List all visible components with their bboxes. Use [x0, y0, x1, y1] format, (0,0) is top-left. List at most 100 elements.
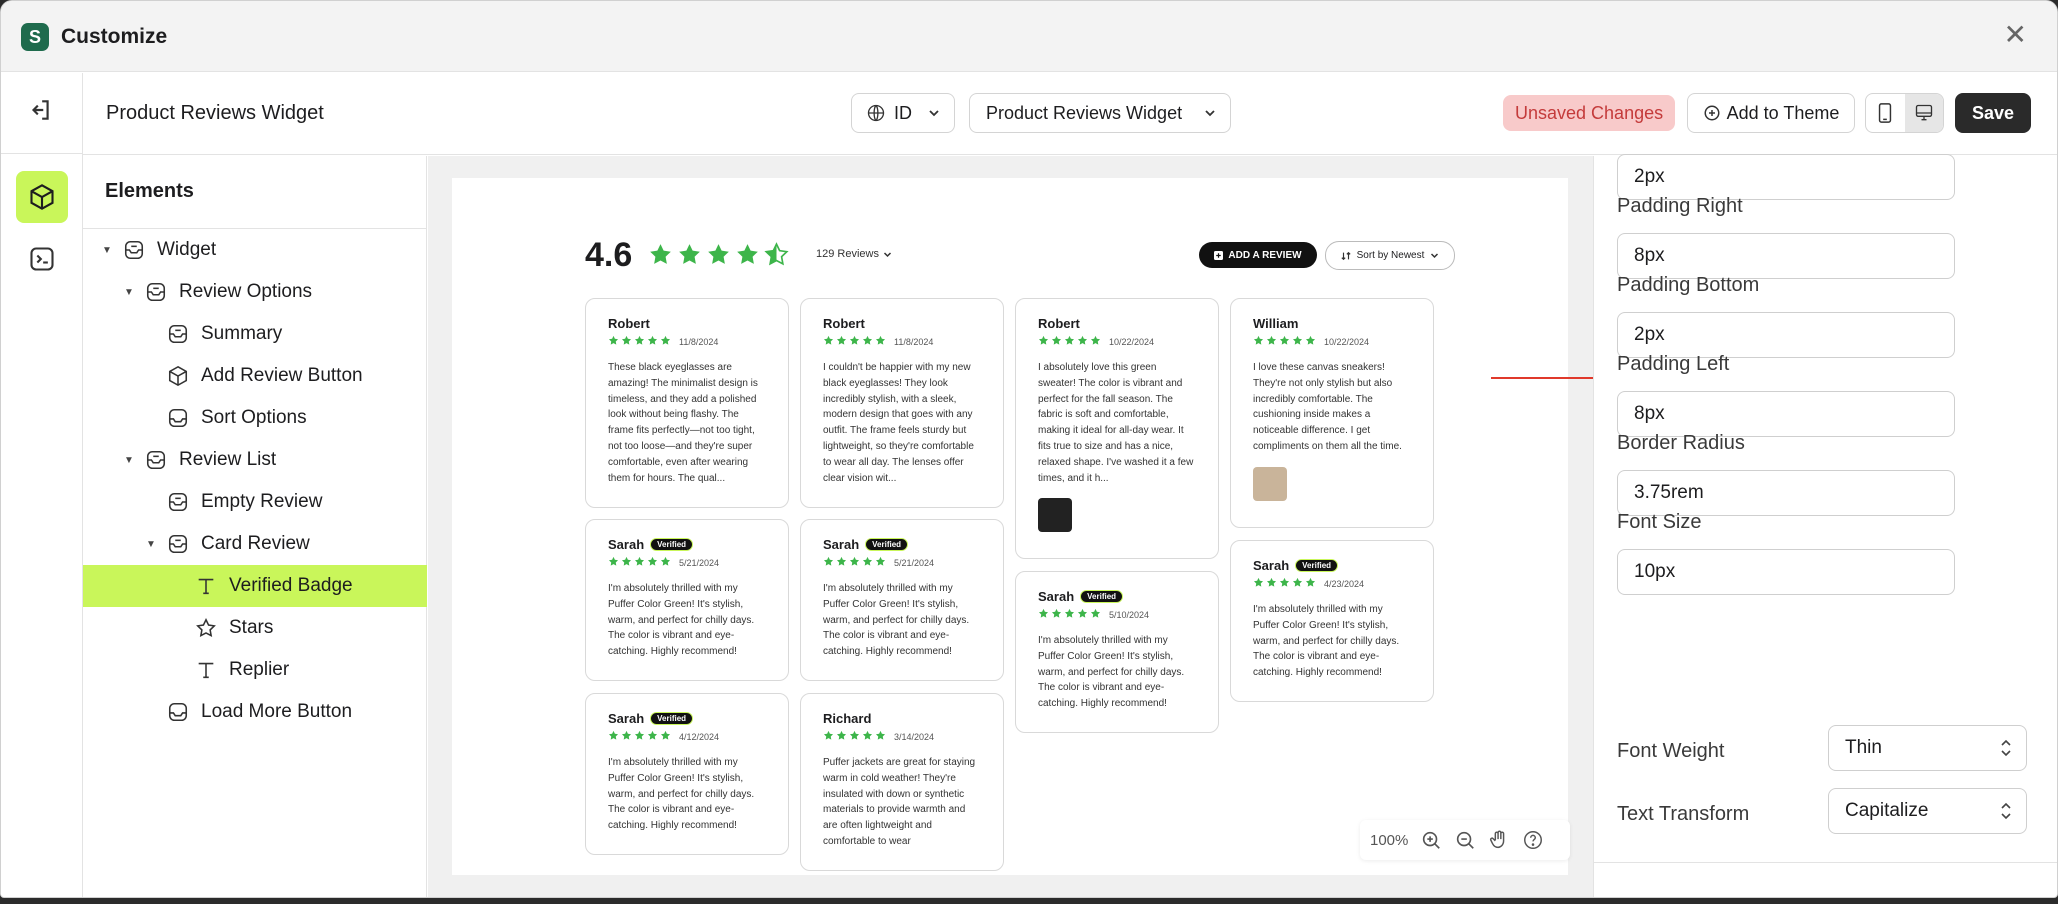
star-icon	[608, 554, 619, 572]
elements-title: Elements	[105, 180, 194, 202]
star-icon	[836, 333, 847, 351]
language-value: ID	[894, 102, 912, 123]
star-icon	[195, 617, 217, 639]
tree-item-verified-badge[interactable]: Verified Badge	[83, 565, 427, 607]
star-icon	[823, 554, 834, 572]
review-date: 3/14/2024	[894, 732, 935, 742]
star-icon	[862, 333, 873, 351]
tree-item-widget[interactable]: ▼ Widget	[83, 229, 427, 271]
widget-icon	[167, 533, 189, 555]
properties-panel: 2px Padding Right 8px Padding Bottom 2px Padd…	[1593, 154, 2057, 897]
font-size-input[interactable]: 10px	[1617, 549, 1955, 595]
star-icon	[1038, 333, 1049, 351]
widget-select[interactable]: Product Reviews Widget	[969, 93, 1231, 133]
zoom-toolbar: 100%	[1360, 820, 1570, 860]
mobile-view-button[interactable]	[1866, 94, 1905, 132]
sort-label: Sort by Newest	[1356, 250, 1425, 261]
border-radius-input[interactable]: 3.75rem	[1617, 470, 1955, 516]
review-text: I'm absolutely thrilled with my Puffer C…	[1253, 604, 1400, 679]
chevron-down-icon	[883, 251, 892, 257]
caret-down-icon[interactable]: ▼	[145, 539, 157, 550]
padding-right-input[interactable]: 8px	[1617, 233, 1955, 279]
reviewer-name: Robert	[1038, 315, 1080, 331]
padding-bottom-input[interactable]: 2px	[1617, 312, 1955, 358]
star-icon	[621, 728, 632, 746]
add-review-button[interactable]: ADD A REVIEW	[1199, 242, 1317, 268]
app-title: Customize	[61, 25, 168, 48]
tree-item-empty-review[interactable]: Empty Review	[83, 481, 427, 523]
code-icon[interactable]	[28, 245, 56, 273]
tree-item-review-options[interactable]: ▼ Review Options	[83, 271, 427, 313]
tree-item-replier[interactable]: Replier	[83, 649, 427, 691]
desktop-view-button[interactable]	[1904, 94, 1943, 132]
text-transform-select[interactable]: Capitalize	[1828, 788, 2027, 834]
tree-item-label: Review Options	[179, 281, 313, 302]
star-icon	[862, 728, 873, 746]
star-icon	[1038, 606, 1049, 624]
star-icon	[875, 333, 886, 351]
font-weight-select[interactable]: Thin	[1828, 725, 2027, 771]
caret-down-icon[interactable]: ▼	[123, 287, 135, 298]
verified-badge: Verified	[865, 537, 909, 551]
tree-item-stars[interactable]: Stars	[83, 607, 427, 649]
tree-item-label: Stars	[229, 617, 274, 638]
help-icon[interactable]	[1522, 829, 1544, 851]
tree-item-sort-options[interactable]: Sort Options	[83, 397, 427, 439]
review-text: I love these canvas sneakers! They're no…	[1253, 362, 1402, 452]
caret-down-icon[interactable]: ▼	[123, 455, 135, 466]
tree-item-label: Widget	[157, 239, 217, 260]
star-icon	[608, 333, 619, 351]
reviewer-name: Sarah	[823, 536, 860, 552]
zoom-out-icon[interactable]	[1454, 829, 1476, 851]
padding-left-input[interactable]: 8px	[1617, 391, 1955, 437]
star-icon	[849, 333, 860, 351]
padding-top-input[interactable]: 2px	[1617, 154, 1955, 200]
review-text: These black eyeglasses are amazing! The …	[608, 362, 758, 484]
add-review-label: ADD A REVIEW	[1228, 249, 1302, 261]
exit-icon[interactable]	[27, 97, 53, 123]
average-rating: 4.6	[585, 236, 633, 274]
zoom-in-icon[interactable]	[1420, 829, 1442, 851]
tree-item-card-review[interactable]: ▼ Card Review	[83, 523, 427, 565]
chevron-down-icon	[1205, 110, 1215, 117]
hand-icon[interactable]	[1488, 829, 1510, 851]
left-rail	[1, 73, 83, 897]
review-date: 5/21/2024	[894, 558, 935, 568]
tree-item-label: Verified Badge	[229, 575, 353, 596]
tree-item-review-list[interactable]: ▼ Review List	[83, 439, 427, 481]
language-select[interactable]: ID	[851, 93, 955, 133]
text-transform-label: Text Transform	[1617, 803, 1750, 825]
review-card: Sarah Verified 4/12/2024 I'm absolutely thr…	[585, 693, 789, 855]
review-photo[interactable]	[1253, 466, 1287, 501]
add-to-theme-button[interactable]: Add to Theme	[1687, 93, 1855, 133]
save-button[interactable]: Save	[1955, 93, 2031, 133]
title-bar: S Customize ✕	[1, 1, 2057, 72]
rating-stars	[648, 242, 789, 272]
review-text: I'm absolutely thrilled with my Puffer C…	[1038, 635, 1185, 710]
tree-item-summary[interactable]: Summary	[83, 313, 427, 355]
cube-icon	[167, 365, 189, 387]
star-icon	[1253, 333, 1264, 351]
device-toggle	[1865, 93, 1944, 133]
tree-item-label: Empty Review	[201, 491, 323, 512]
close-icon[interactable]: ✕	[2004, 21, 2027, 49]
tree-item-load-more-button[interactable]: Load More Button	[83, 691, 427, 733]
star-icon	[862, 554, 873, 572]
sort-dropdown[interactable]: Sort by Newest	[1325, 241, 1455, 270]
reviewer-name: Robert	[823, 315, 865, 331]
star-icon	[1266, 333, 1277, 351]
review-photo[interactable]	[1038, 498, 1072, 533]
star-icon	[823, 333, 834, 351]
container-icon	[167, 407, 189, 429]
tree-item-add-review-button[interactable]: Add Review Button	[83, 355, 427, 397]
caret-down-icon[interactable]: ▼	[101, 245, 113, 256]
text-icon	[195, 575, 217, 597]
review-text: Puffer jackets are great for staying war…	[823, 757, 976, 847]
review-count-dropdown[interactable]: 129 Reviews	[816, 248, 892, 260]
elements-tab-button[interactable]	[16, 171, 68, 223]
reviewer-name: Sarah	[1253, 557, 1290, 573]
page-title: Product Reviews Widget	[106, 102, 324, 124]
add-to-theme-label: Add to Theme	[1726, 102, 1840, 123]
reviewer-name: Sarah	[608, 536, 645, 552]
star-icon	[1077, 606, 1088, 624]
